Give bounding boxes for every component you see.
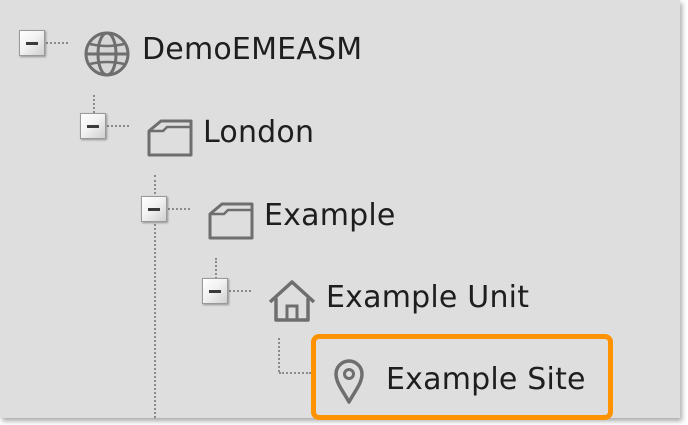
tree-connector [168,208,190,210]
house-icon [266,278,318,324]
selection-highlight [311,334,613,420]
tree-view: DemoEMEASM London Example Example Unit E [0,0,680,420]
collapse-toggle-demoemeasm[interactable] [19,30,45,56]
tree-connector [229,290,251,292]
collapse-toggle-london[interactable] [80,113,106,139]
tree-node-label[interactable]: DemoEMEASM [142,32,362,68]
folder-icon [145,117,195,159]
tree-node-label[interactable]: London [203,115,314,151]
folder-icon [206,200,256,242]
tree-connector [279,372,311,374]
collapse-toggle-example-unit[interactable] [202,278,228,304]
collapse-toggle-example[interactable] [141,196,167,222]
tree-connector [107,125,129,127]
tree-node-label[interactable]: Example Unit [326,280,529,316]
globe-icon [83,30,131,78]
tree-connector [46,42,68,44]
tree-connector [278,338,280,372]
tree-node-label[interactable]: Example [264,198,396,234]
